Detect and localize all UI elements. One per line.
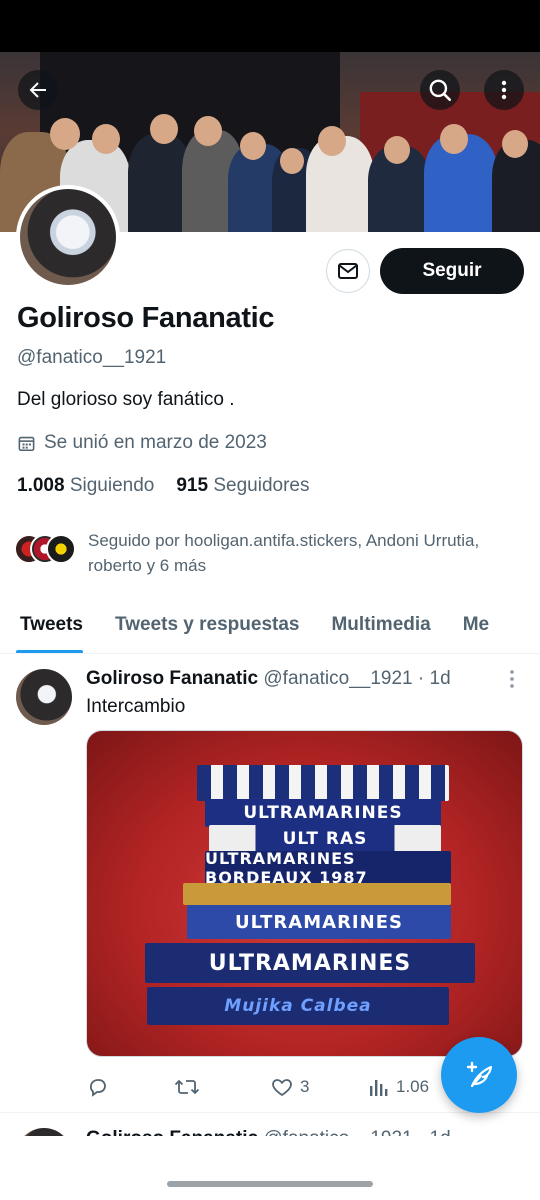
like-count: 3 — [300, 1077, 310, 1096]
arrow-left-icon — [29, 82, 46, 98]
compose-feather-icon — [466, 1061, 493, 1088]
tweet-media-image[interactable]: ULTRAMARINES ULT RAS ULTRAMARINES BORDEA… — [86, 730, 523, 1057]
retweet-icon — [174, 1079, 200, 1095]
banner-face — [50, 118, 80, 150]
views-button[interactable]: 1.06 — [368, 1076, 429, 1098]
search-icon — [429, 79, 452, 102]
tweet-header: Goliroso Fananatic @fanatico__1921 · 1d — [86, 1128, 451, 1136]
tweet-time[interactable]: 1d — [430, 668, 451, 689]
followed-by-row[interactable]: Seguido por hooligan.antifa.stickers, An… — [14, 528, 526, 578]
reply-button[interactable] — [86, 1075, 174, 1099]
tab-tweets[interactable]: Tweets — [0, 596, 99, 653]
tab-likes[interactable]: Me — [447, 596, 505, 653]
reply-icon — [90, 1079, 106, 1097]
tweet-more-button[interactable] — [502, 667, 522, 691]
system-nav-bar — [0, 1136, 540, 1200]
follow-button[interactable]: Seguir — [380, 248, 524, 294]
scarf-gold — [183, 883, 451, 905]
compose-tweet-button[interactable] — [441, 1037, 517, 1113]
tab-tweets-and-replies[interactable]: Tweets y respuestas — [99, 596, 315, 653]
tweet-separator: · — [412, 668, 430, 689]
profile-bio: Del glorioso soy fanático . — [17, 389, 235, 410]
tweet-avatar[interactable] — [16, 1128, 72, 1136]
calendar-icon — [18, 436, 35, 451]
more-options-button[interactable] — [484, 70, 524, 110]
followers-you-know-avatars — [14, 528, 78, 564]
more-vertical-icon — [510, 670, 514, 688]
scarf: ULTRAMARINES — [205, 799, 441, 827]
banner-face — [440, 124, 468, 154]
banner-face — [280, 148, 304, 174]
followers-stat[interactable]: 915 Seguidores — [176, 475, 309, 497]
followers-count: 915 — [176, 475, 209, 496]
tweet-time[interactable]: 1d — [430, 1128, 451, 1136]
tweet-author-handle[interactable]: @fanatico__1921 — [263, 1128, 412, 1136]
banner-face — [384, 136, 410, 164]
tweet-author-name[interactable]: Goliroso Fananatic — [86, 1128, 258, 1136]
more-vertical-icon — [501, 80, 507, 100]
avatar — [46, 534, 76, 564]
scarf: ULTRAMARINES BORDEAUX 1987 — [205, 849, 451, 887]
back-button[interactable] — [18, 70, 58, 110]
scarf: ULTRAMARINES — [145, 943, 475, 983]
banner-face — [92, 124, 120, 154]
profile-tabs: Tweets Tweets y respuestas Multimedia Me — [0, 596, 540, 654]
tweet-separator: · — [413, 1128, 430, 1136]
views-chart-icon — [370, 1080, 388, 1096]
following-stat[interactable]: 1.008 Siguiendo — [17, 475, 154, 497]
profile-avatar[interactable] — [16, 185, 120, 289]
mail-icon — [338, 263, 358, 279]
home-indicator[interactable] — [167, 1181, 373, 1187]
status-bar — [0, 0, 540, 52]
tab-media[interactable]: Multimedia — [315, 596, 446, 653]
joined-text: Se unió en marzo de 2023 — [44, 432, 267, 453]
tweet-text: Intercambio — [86, 696, 186, 717]
banner-face — [240, 132, 266, 160]
search-button[interactable] — [420, 70, 460, 110]
message-button[interactable] — [326, 249, 370, 293]
banner-face — [502, 130, 528, 158]
like-button[interactable]: 3 — [270, 1075, 368, 1099]
retweet-button[interactable] — [174, 1075, 270, 1099]
joined-date: Se unió en marzo de 2023 — [17, 432, 267, 454]
heart-icon — [272, 1079, 292, 1097]
profile-display-name: Goliroso Fananatic — [17, 302, 275, 334]
profile-handle: @fanatico__1921 — [17, 347, 167, 368]
tweet-header: Goliroso Fananatic @fanatico__1921 · 1d — [86, 668, 451, 690]
banner-face — [150, 114, 178, 144]
tweet-author-handle[interactable]: @fanatico__1921 — [263, 668, 412, 689]
tweet[interactable]: Goliroso Fananatic @fanatico__1921 · 1d — [0, 1114, 540, 1136]
tweet-avatar[interactable] — [16, 669, 72, 725]
following-label: Siguiendo — [69, 475, 155, 496]
banner-face — [194, 116, 222, 146]
tweet-author-name[interactable]: Goliroso Fananatic — [86, 668, 258, 689]
followed-by-text: Seguido por hooligan.antifa.stickers, An… — [88, 531, 480, 575]
scarf: ULTRAMARINES — [187, 905, 451, 939]
banner-face — [318, 126, 346, 156]
followers-label: Seguidores — [213, 475, 310, 496]
follow-stats: 1.008 Siguiendo 915 Seguidores — [17, 475, 309, 497]
scarf: Mujika Calbea — [147, 987, 449, 1025]
following-count: 1.008 — [17, 475, 65, 496]
scarf-stripes — [197, 765, 449, 801]
view-count: 1.06 — [396, 1077, 430, 1096]
